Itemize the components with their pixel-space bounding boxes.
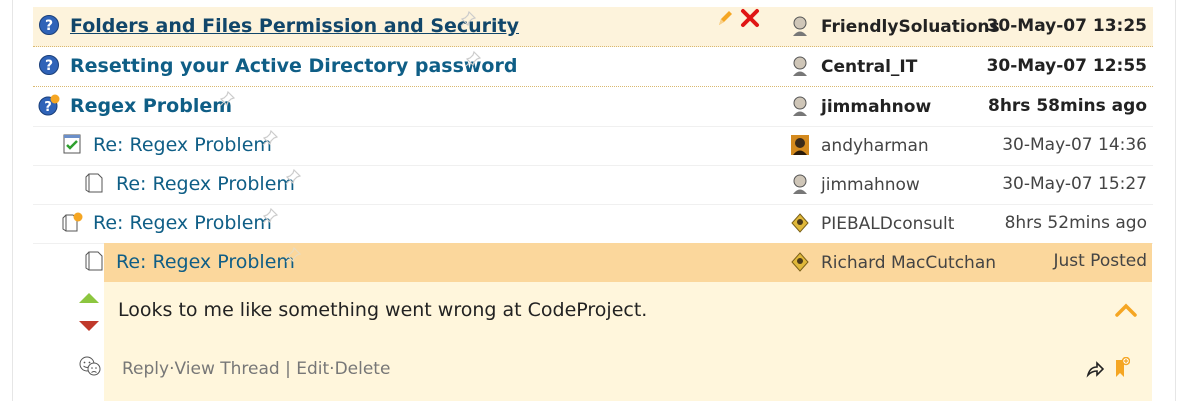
downvote-arrow-icon[interactable]	[78, 320, 100, 332]
author-name[interactable]: Richard MacCutchan	[821, 253, 996, 273]
author-name[interactable]: PIEBALDconsult	[821, 214, 954, 234]
page-icon	[85, 173, 103, 193]
thread-title-link[interactable]: Resetting your Active Directory password	[70, 55, 517, 77]
post-date: 30-May-07 14:36	[1002, 135, 1147, 155]
author-name[interactable]: Central_IT	[821, 57, 917, 77]
share-icon[interactable]	[1086, 360, 1104, 378]
post-date: 30-May-07 15:27	[1002, 174, 1147, 194]
thread-row[interactable]: Re: Regex Problem PIEBALDconsult 8hrs 52…	[33, 204, 1153, 244]
post-date: Just Posted	[1053, 251, 1147, 271]
svg-text:?: ?	[44, 100, 52, 115]
new-question-icon: ?	[38, 94, 60, 116]
pencil-icon[interactable]	[716, 8, 734, 28]
message-body-panel: Looks to me like something went wrong at…	[104, 282, 1152, 401]
avatar-icon[interactable]	[790, 15, 810, 37]
edit-link[interactable]: Edit	[296, 359, 329, 379]
avatar-icon[interactable]	[790, 251, 810, 273]
page-icon	[85, 251, 103, 271]
post-date: 8hrs 52mins ago	[1004, 213, 1147, 233]
author-name[interactable]: andyharman	[821, 136, 929, 156]
avatar-icon[interactable]	[790, 173, 810, 195]
post-date: 30-May-07 13:25	[986, 16, 1147, 36]
new-page-icon	[62, 212, 83, 232]
author-name[interactable]: jimmahnow	[821, 175, 920, 195]
avatar-icon[interactable]	[790, 95, 810, 117]
answer-icon	[63, 134, 81, 154]
question-icon: ?	[39, 55, 59, 75]
avatar-icon[interactable]	[790, 212, 810, 234]
thread-title-link[interactable]: Re: Regex Problem	[93, 134, 272, 156]
thread-row[interactable]: ? Folders and Files Permission and Secur…	[33, 7, 1153, 47]
avatar-icon[interactable]	[790, 134, 810, 156]
post-date: 30-May-07 12:55	[986, 56, 1147, 76]
author-name[interactable]: jimmahnow	[821, 97, 931, 117]
question-icon: ?	[39, 15, 59, 35]
thread-row[interactable]: ? Resetting your Active Directory passwo…	[33, 47, 1153, 87]
thread-title-link[interactable]: Re: Regex Problem	[116, 251, 295, 273]
thread-title-link[interactable]: Re: Regex Problem	[116, 173, 295, 195]
thread-title-link[interactable]: Re: Regex Problem	[93, 212, 272, 234]
author-name[interactable]: FriendlySoluations	[821, 17, 1000, 37]
delete-x-icon[interactable]	[740, 8, 760, 28]
thread-title-link[interactable]: Folders and Files Permission and Securit…	[70, 15, 519, 37]
thread-row[interactable]: ? Regex Problem jimmahnow 8hrs 58mins ag…	[33, 87, 1153, 127]
reply-link[interactable]: Reply	[122, 359, 169, 379]
svg-text:?: ?	[45, 58, 53, 74]
thread-row[interactable]: Re: Regex Problem andyharman 30-May-07 1…	[33, 126, 1153, 166]
thread-row[interactable]: Re: Regex Problem Richard MacCutchan Jus…	[33, 243, 1153, 282]
pin-icon[interactable]	[262, 130, 278, 146]
pin-icon[interactable]	[285, 247, 301, 263]
pin-icon[interactable]	[460, 11, 476, 27]
avatar-icon[interactable]	[790, 55, 810, 77]
pin-icon[interactable]	[219, 91, 235, 107]
svg-text:?: ?	[45, 18, 53, 34]
pin-icon[interactable]	[262, 208, 278, 224]
separator-pipe: |	[279, 359, 297, 379]
chevron-up-icon[interactable]	[1115, 303, 1137, 317]
thread-title-link[interactable]: Regex Problem	[70, 95, 232, 117]
emoji-icon[interactable]	[78, 355, 102, 377]
upvote-arrow-icon[interactable]	[78, 292, 100, 304]
post-date: 8hrs 58mins ago	[987, 96, 1147, 116]
message-actions: Reply·View Thread | Edit·Delete	[122, 359, 390, 379]
message-body: Looks to me like something went wrong at…	[118, 299, 648, 321]
pin-icon[interactable]	[285, 169, 301, 185]
pin-icon[interactable]	[465, 51, 481, 67]
view-thread-link[interactable]: View Thread	[175, 359, 280, 379]
delete-link[interactable]: Delete	[335, 359, 391, 379]
thread-row[interactable]: Re: Regex Problem jimmahnow 30-May-07 15…	[33, 165, 1153, 205]
bookmark-icon[interactable]	[1114, 357, 1130, 379]
